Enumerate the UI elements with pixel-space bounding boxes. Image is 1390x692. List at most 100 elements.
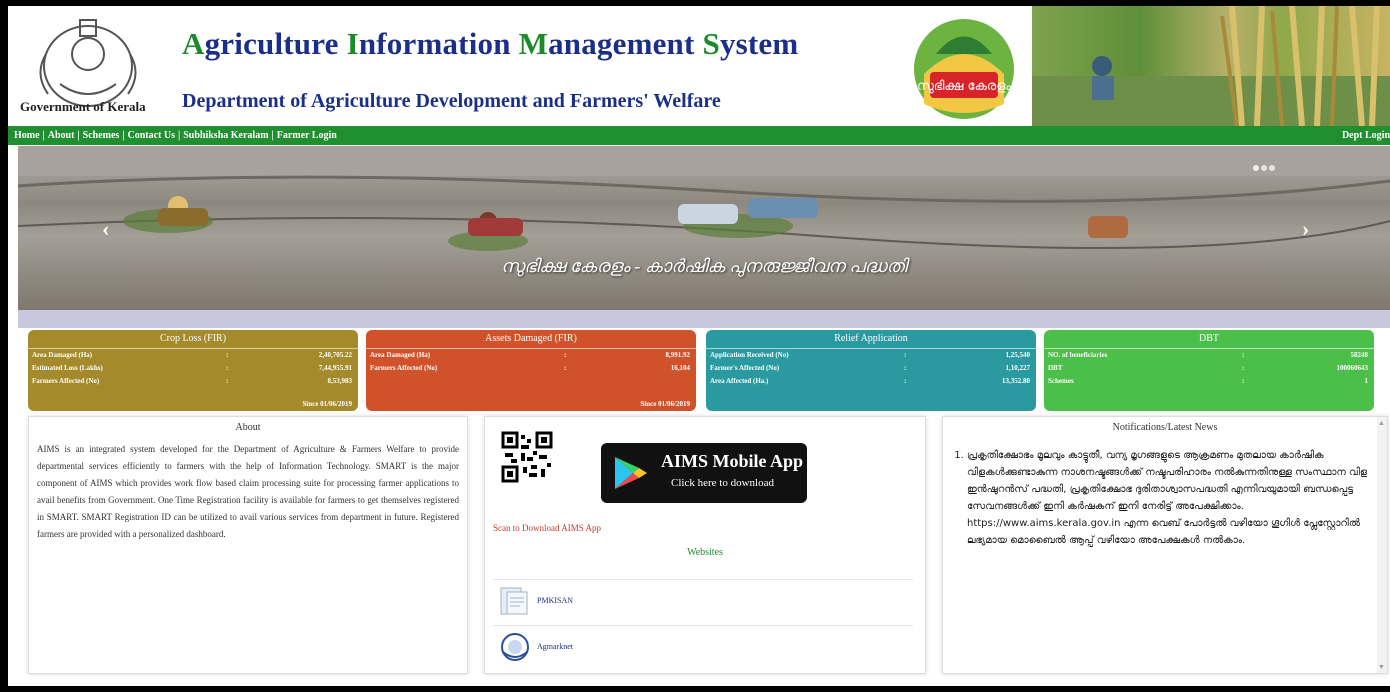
stat-label: Estimated Loss (Lakhs) xyxy=(32,364,103,372)
site-title-part: M xyxy=(518,26,549,61)
nav-separator: | xyxy=(178,130,181,141)
app-button-subtitle: Click here to download xyxy=(671,477,774,489)
news-scrollbar[interactable]: ▲ ▼ xyxy=(1377,417,1387,673)
stat-colon: : xyxy=(226,351,229,359)
site-subtitle: Department of Agriculture Development an… xyxy=(182,90,721,112)
stat-row: Area Damaged (Ha): 2,40,705.22 xyxy=(28,349,358,362)
qr-code-icon[interactable] xyxy=(501,431,553,483)
stat-value: 100060643 xyxy=(1336,364,1369,372)
document-icon xyxy=(500,587,528,615)
government-of-kerala-label: Government of Kerala xyxy=(20,99,146,114)
website-name: Agmarknet xyxy=(537,642,573,651)
websites-title: Websites xyxy=(687,547,723,558)
paddy-field-illustration xyxy=(1032,6,1390,127)
stat-colon: : xyxy=(1242,377,1245,385)
website-item-agmarknet[interactable]: Agmarknet xyxy=(493,625,913,666)
website-name: PMKISAN xyxy=(537,596,574,605)
carousel-next-button[interactable]: › xyxy=(1302,216,1309,242)
stat-row: Farmers Affected (No): 16,104 xyxy=(366,362,696,375)
stat-card-assets-damaged-fir: Assets Damaged (FIR) Area Damaged (Ha): 8,… xyxy=(366,330,696,411)
site-title-part: I xyxy=(346,26,359,61)
nav-link-about[interactable]: About xyxy=(48,130,75,141)
nav-link-schemes[interactable]: Schemes xyxy=(83,130,120,141)
stat-card-title: DBT xyxy=(1044,330,1374,349)
google-play-icon xyxy=(615,457,647,489)
stat-colon: : xyxy=(1242,364,1245,372)
stat-value: 16,104 xyxy=(670,364,690,372)
stat-card-relief-application: Relief Application Application Received (… xyxy=(706,330,1036,411)
site-title-part: S xyxy=(702,26,720,61)
stat-row: Farmer's Affected (No): 1,10,227 xyxy=(706,362,1036,375)
stat-card-crop-loss-fir: Crop Loss (FIR) Area Damaged (Ha): 2,40,70… xyxy=(28,330,358,411)
website-item-pmkisan[interactable]: PMKISAN xyxy=(493,579,913,620)
carousel-prev-button[interactable]: ‹ xyxy=(102,216,109,242)
stat-row: Farmers Affected (No): 8,53,983 xyxy=(28,375,358,388)
agmarknet-logo-icon xyxy=(501,633,529,661)
nav-separator: | xyxy=(271,130,274,141)
news-panel: Notifications/Latest News പ്രകൃതിക്ഷോഭം … xyxy=(942,416,1388,674)
about-panel: About AIMS is an integrated system devel… xyxy=(28,416,468,674)
stat-row: Application Received (No): 1,25,540 xyxy=(706,349,1036,362)
nav-links: Home | About | Schemes | Contact Us | Subhiksha … xyxy=(14,126,337,145)
stat-label: Farmers Affected (No) xyxy=(370,364,438,372)
about-text: AIMS is an integrated system developed f… xyxy=(37,444,459,539)
scroll-down-icon[interactable]: ▼ xyxy=(1378,663,1385,671)
stat-row: Area Damaged (Ha): 8,991.92 xyxy=(366,349,696,362)
stat-value: 7,44,955.91 xyxy=(318,364,352,372)
aims-mobile-app-download-button[interactable]: AIMS Mobile App Click here to download xyxy=(601,443,807,503)
nav-link-home[interactable]: Home xyxy=(14,130,40,141)
stat-value: 8,991.92 xyxy=(665,351,691,359)
paddy-field-image xyxy=(1032,6,1390,127)
stat-value: 2,40,705.22 xyxy=(318,351,352,359)
carousel-dot[interactable] xyxy=(1253,165,1259,171)
stat-label: Schemes xyxy=(1048,377,1074,385)
stat-label: Area Damaged (Ha) xyxy=(32,351,93,359)
scroll-up-icon[interactable]: ▲ xyxy=(1378,419,1385,427)
stat-colon: : xyxy=(904,351,907,359)
nav-link-farmer-login[interactable]: Farmer Login xyxy=(277,130,337,141)
main-nav: Home | About | Schemes | Contact Us | Subhiksha … xyxy=(8,126,1390,145)
app-websites-panel: AIMS Mobile App Click here to download S… xyxy=(484,416,926,674)
about-title: About xyxy=(235,422,261,433)
scan-to-download-link[interactable]: Scan to Download AIMS App xyxy=(493,523,601,533)
nav-link-contact-us[interactable]: Contact Us xyxy=(128,130,176,141)
stat-colon: : xyxy=(904,364,907,372)
news-item[interactable]: പ്രകൃതിക്ഷോഭം മൂലവും കാട്ടുതീ, വന്യ മൃഗങ… xyxy=(967,447,1367,549)
carousel-caption: സുഭിക്ഷ കേരളം - കാർഷിക പുനരുജ്ജീവന പദ്ധത… xyxy=(501,256,907,276)
site-title-part: griculture xyxy=(204,26,347,61)
app-button-title: AIMS Mobile App xyxy=(661,451,804,471)
stat-value: 1 xyxy=(1364,377,1369,385)
stat-label: Area Damaged (Ha) xyxy=(370,351,431,359)
stat-label: Area Affected (Ha.) xyxy=(710,377,769,385)
news-title: Notifications/Latest News xyxy=(1112,422,1218,433)
stat-colon: : xyxy=(564,351,567,359)
stat-colon: : xyxy=(226,377,229,385)
stat-colon: : xyxy=(226,364,229,372)
site-title-part: anagement xyxy=(548,26,703,61)
stat-row: DBT: 100060643 xyxy=(1044,362,1374,375)
banner-divider xyxy=(18,310,1390,328)
stat-colon: : xyxy=(564,364,567,372)
site-title: Agriculture Information Management Syste… xyxy=(182,26,798,62)
stat-row: Area Affected (Ha.): 13,352.80 xyxy=(706,375,1036,388)
carousel-dot[interactable] xyxy=(1269,165,1275,171)
site-title-part: A xyxy=(182,26,205,61)
stat-since-date: Since 01/06/2019 xyxy=(302,400,352,408)
stat-card-title: Relief Application xyxy=(706,330,1036,349)
nav-separator: | xyxy=(122,130,125,141)
stat-colon: : xyxy=(1242,351,1245,359)
carousel-slide-image xyxy=(18,146,1390,251)
stat-value: 8,53,983 xyxy=(327,377,353,385)
nav-link-subhiksha-keralam[interactable]: Subhiksha Keralam xyxy=(183,130,268,141)
page-frame: Government of Kerala Agriculture Informa… xyxy=(8,6,1390,686)
stat-label: Farmer's Affected (No) xyxy=(710,364,780,372)
stat-value: 1,10,227 xyxy=(1005,364,1031,372)
stat-row: Estimated Loss (Lakhs): 7,44,955.91 xyxy=(28,362,358,375)
site-header: Government of Kerala Agriculture Informa… xyxy=(8,6,1390,127)
stat-label: NO. of beneficiaries xyxy=(1048,351,1108,359)
carousel-dot[interactable] xyxy=(1261,165,1267,171)
dept-login-link[interactable]: Dept Login xyxy=(1342,126,1390,145)
stat-row: Schemes: 1 xyxy=(1044,375,1374,388)
stat-card-title: Crop Loss (FIR) xyxy=(28,330,358,349)
stat-value: 13,352.80 xyxy=(1002,377,1030,385)
